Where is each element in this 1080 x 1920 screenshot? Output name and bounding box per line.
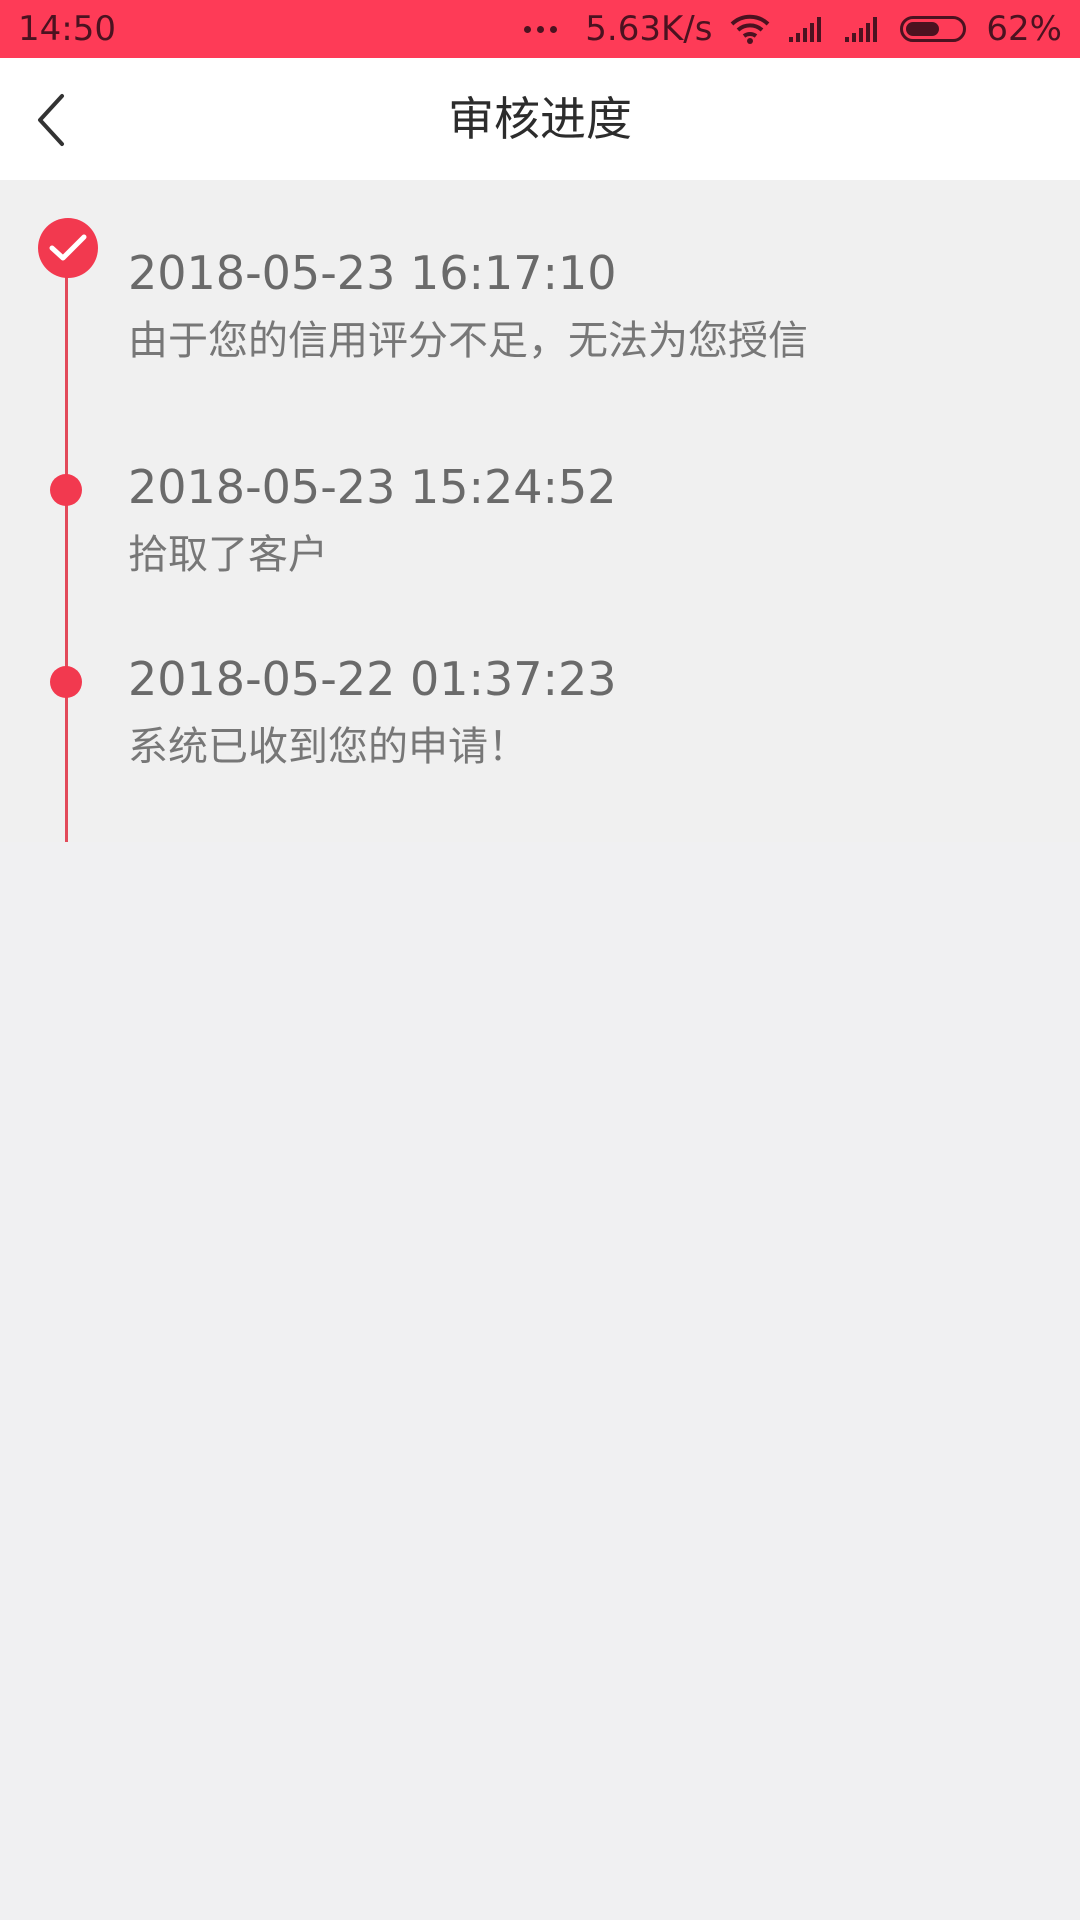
timeline-time: 2018-05-23 16:17:10: [128, 246, 617, 300]
timeline-time: 2018-05-23 15:24:52: [128, 460, 617, 514]
page-title: 审核进度: [448, 92, 632, 146]
battery-percent: 62%: [986, 9, 1062, 49]
timeline-dot-icon: [50, 474, 82, 506]
timeline: 2018-05-23 16:17:10 由于您的信用评分不足，无法为您授信 20…: [0, 180, 1080, 842]
status-right: 5.63K/s 62%: [524, 9, 1062, 49]
status-time: 14:50: [18, 9, 116, 49]
timeline-dot-icon: [50, 666, 82, 698]
wifi-icon: [731, 14, 770, 44]
screen: 14:50 5.63K/s 62% 审核进度 2018-05-23 16:17:…: [0, 0, 1080, 1920]
battery-fill: [906, 22, 940, 36]
net-speed: 5.63K/s: [585, 9, 713, 49]
timeline-description: 由于您的信用评分不足，无法为您授信: [128, 318, 808, 364]
timeline-description: 拾取了客户: [128, 532, 328, 578]
battery-icon: [900, 16, 967, 42]
more-dots-icon: [524, 25, 558, 33]
timeline-time: 2018-05-22 01:37:23: [128, 652, 617, 706]
nav-bar: 审核进度: [0, 58, 1080, 180]
status-bar: 14:50 5.63K/s 62%: [0, 0, 1080, 58]
signal-icon: [789, 17, 822, 42]
timeline-description: 系统已收到您的申请！: [128, 724, 528, 770]
timeline-line: [65, 276, 68, 842]
signal-icon: [845, 17, 878, 42]
check-circle-icon: [38, 218, 98, 278]
